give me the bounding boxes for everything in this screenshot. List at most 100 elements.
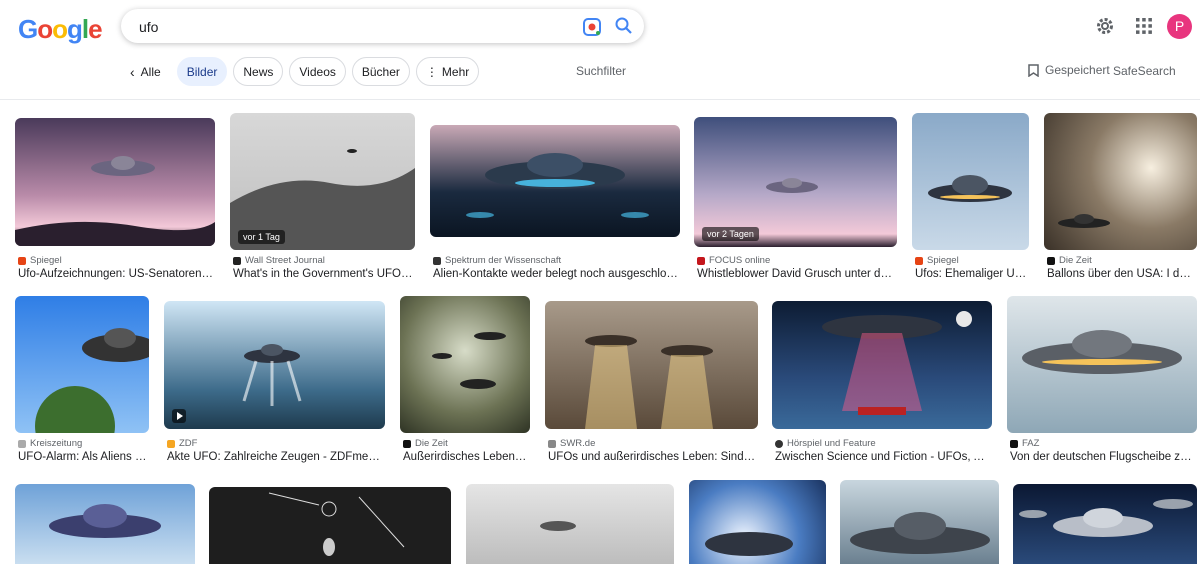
result-card[interactable]: FAZ Von der deutschen Flugscheibe zum …	[1007, 296, 1197, 468]
result-card[interactable]: Die Zeit Ballons über den USA: I don't …	[1044, 113, 1197, 283]
result-title[interactable]: Ufo-Aufzeichnungen: US-Senatoren wollen …	[18, 268, 213, 280]
tab-more[interactable]: ⋮ Mehr	[415, 57, 480, 86]
search-box[interactable]	[121, 9, 644, 43]
result-card[interactable]: Spektrum der Wissenschaft Alien-Kontakte…	[430, 113, 680, 283]
search-input[interactable]	[137, 15, 571, 39]
result-source: ZDF	[167, 438, 383, 449]
result-card[interactable]: Die Zeit Außerirdisches Leben: …	[400, 296, 530, 468]
result-card[interactable]: vor 2 Tagen FOCUS online Whistleblower D…	[694, 113, 897, 283]
result-title[interactable]: Ballons über den USA: I don't …	[1047, 268, 1195, 280]
chevron-left-icon: ‹	[130, 63, 135, 80]
apps-grid-icon[interactable]	[1135, 17, 1153, 35]
result-thumbnail[interactable]	[689, 480, 826, 564]
result-card[interactable]	[466, 484, 674, 564]
result-thumbnail[interactable]	[466, 484, 674, 564]
result-card[interactable]	[209, 487, 451, 564]
result-source: Spiegel	[915, 255, 1027, 266]
result-source: FOCUS online	[697, 255, 895, 266]
result-source: Die Zeit	[1047, 255, 1195, 266]
wsj-icon	[233, 256, 241, 265]
result-title[interactable]: UFOs und außerirdisches Leben: Sind wir …	[548, 451, 756, 463]
result-card[interactable]: Spiegel Ufos: Ehemaliger US-…	[912, 113, 1029, 283]
result-card[interactable]	[840, 480, 999, 564]
result-source: Spiegel	[18, 255, 213, 266]
result-thumbnail[interactable]	[840, 480, 999, 564]
result-thumbnail[interactable]	[1007, 296, 1197, 433]
lens-icon[interactable]	[582, 17, 602, 37]
result-source: SWR.de	[548, 438, 756, 449]
result-title[interactable]: Zwischen Science und Fiction - UFOs, Ali…	[775, 451, 990, 463]
result-source: Hörspiel und Feature	[775, 438, 990, 449]
result-source: Spektrum der Wissenschaft	[433, 255, 678, 266]
kreiszeitung-icon	[18, 439, 26, 448]
result-title[interactable]: Außerirdisches Leben: …	[403, 451, 529, 463]
search-icon[interactable]	[614, 16, 634, 36]
result-source: FAZ	[1010, 438, 1196, 449]
tab-news[interactable]: News	[233, 57, 284, 86]
podcast-icon	[775, 439, 783, 448]
spiegel-icon	[915, 256, 923, 265]
zeit-icon	[403, 439, 411, 448]
result-card[interactable]: Spiegel Ufo-Aufzeichnungen: US-Senatoren…	[15, 113, 215, 283]
result-thumbnail[interactable]	[772, 301, 992, 429]
result-thumbnail[interactable]	[1013, 484, 1197, 564]
search-filter-link[interactable]: Suchfilter	[576, 64, 626, 78]
result-card[interactable]: Kreiszeitung UFO-Alarm: Als Aliens v…	[15, 296, 149, 468]
result-title[interactable]: What's in the Government's UFO Files? …	[233, 268, 413, 280]
result-title[interactable]: Ufos: Ehemaliger US-…	[915, 268, 1027, 280]
result-card[interactable]: Hörspiel und Feature Zwischen Science un…	[772, 296, 992, 468]
faz-icon	[1010, 439, 1018, 448]
tab-images[interactable]: Bilder	[176, 57, 228, 86]
play-icon	[172, 409, 186, 423]
result-source: Wall Street Journal	[233, 255, 413, 266]
result-card[interactable]: vor 1 Tag Wall Street Journal What's in …	[230, 113, 415, 283]
avatar[interactable]: P	[1167, 14, 1192, 39]
tab-all-label: Alle	[140, 64, 161, 79]
more-dots-icon: ⋮	[425, 64, 438, 79]
time-badge: vor 2 Tagen	[702, 227, 759, 241]
swr-icon	[548, 439, 556, 448]
bookmark-icon	[1028, 63, 1039, 77]
result-thumbnail[interactable]	[430, 125, 680, 237]
result-thumbnail[interactable]	[912, 113, 1029, 250]
result-thumbnail[interactable]	[1044, 113, 1197, 250]
top-bar: Google P ‹ Alle Bilder News Videos Büche…	[0, 0, 1200, 100]
google-logo[interactable]: Google	[18, 14, 103, 45]
result-card[interactable]	[1013, 484, 1197, 564]
tab-books[interactable]: Bücher	[351, 57, 410, 86]
result-title[interactable]: Whistleblower David Grusch unter den …	[697, 268, 895, 280]
tab-videos[interactable]: Videos	[289, 57, 346, 86]
result-source: Die Zeit	[403, 438, 529, 449]
result-thumbnail[interactable]	[164, 301, 385, 429]
gear-icon[interactable]	[1095, 16, 1115, 36]
result-source: Kreiszeitung	[18, 438, 148, 449]
result-title[interactable]: Von der deutschen Flugscheibe zum …	[1010, 451, 1196, 463]
time-badge: vor 1 Tag	[238, 230, 285, 244]
result-thumbnail[interactable]: vor 2 Tagen	[694, 117, 897, 247]
tab-all[interactable]: ‹ Alle	[126, 56, 171, 87]
result-card[interactable]: ZDF Akte UFO: Zahlreiche Zeugen - ZDFmed…	[164, 296, 385, 468]
tab-bar: ‹ Alle Bilder News Videos Bücher ⋮ Mehr	[126, 56, 480, 87]
spektrum-icon	[433, 256, 441, 265]
result-title[interactable]: Akte UFO: Zahlreiche Zeugen - ZDFmediath…	[167, 451, 383, 463]
result-card[interactable]	[15, 484, 195, 564]
result-card[interactable]	[689, 480, 826, 564]
result-thumbnail[interactable]	[15, 296, 149, 433]
result-card[interactable]: SWR.de UFOs und außerirdisches Leben: Si…	[545, 296, 758, 468]
result-thumbnail[interactable]	[15, 484, 195, 564]
zeit-icon	[1047, 256, 1055, 265]
result-thumbnail[interactable]	[209, 487, 451, 564]
result-title[interactable]: UFO-Alarm: Als Aliens v…	[18, 451, 148, 463]
safesearch-link[interactable]: SafeSearch	[1113, 64, 1176, 78]
result-thumbnail[interactable]	[400, 296, 530, 433]
spiegel-icon	[18, 256, 26, 265]
result-thumbnail[interactable]: vor 1 Tag	[230, 113, 415, 250]
focus-icon	[697, 256, 705, 265]
result-title[interactable]: Alien-Kontakte weder belegt noch ausgesc…	[433, 268, 678, 280]
zdf-icon	[167, 439, 175, 448]
result-thumbnail[interactable]	[15, 118, 215, 246]
tab-more-label: Mehr	[441, 64, 470, 79]
result-thumbnail[interactable]	[545, 301, 758, 429]
saved-link[interactable]: Gespeichert	[1028, 63, 1110, 77]
saved-label: Gespeichert	[1045, 63, 1110, 77]
